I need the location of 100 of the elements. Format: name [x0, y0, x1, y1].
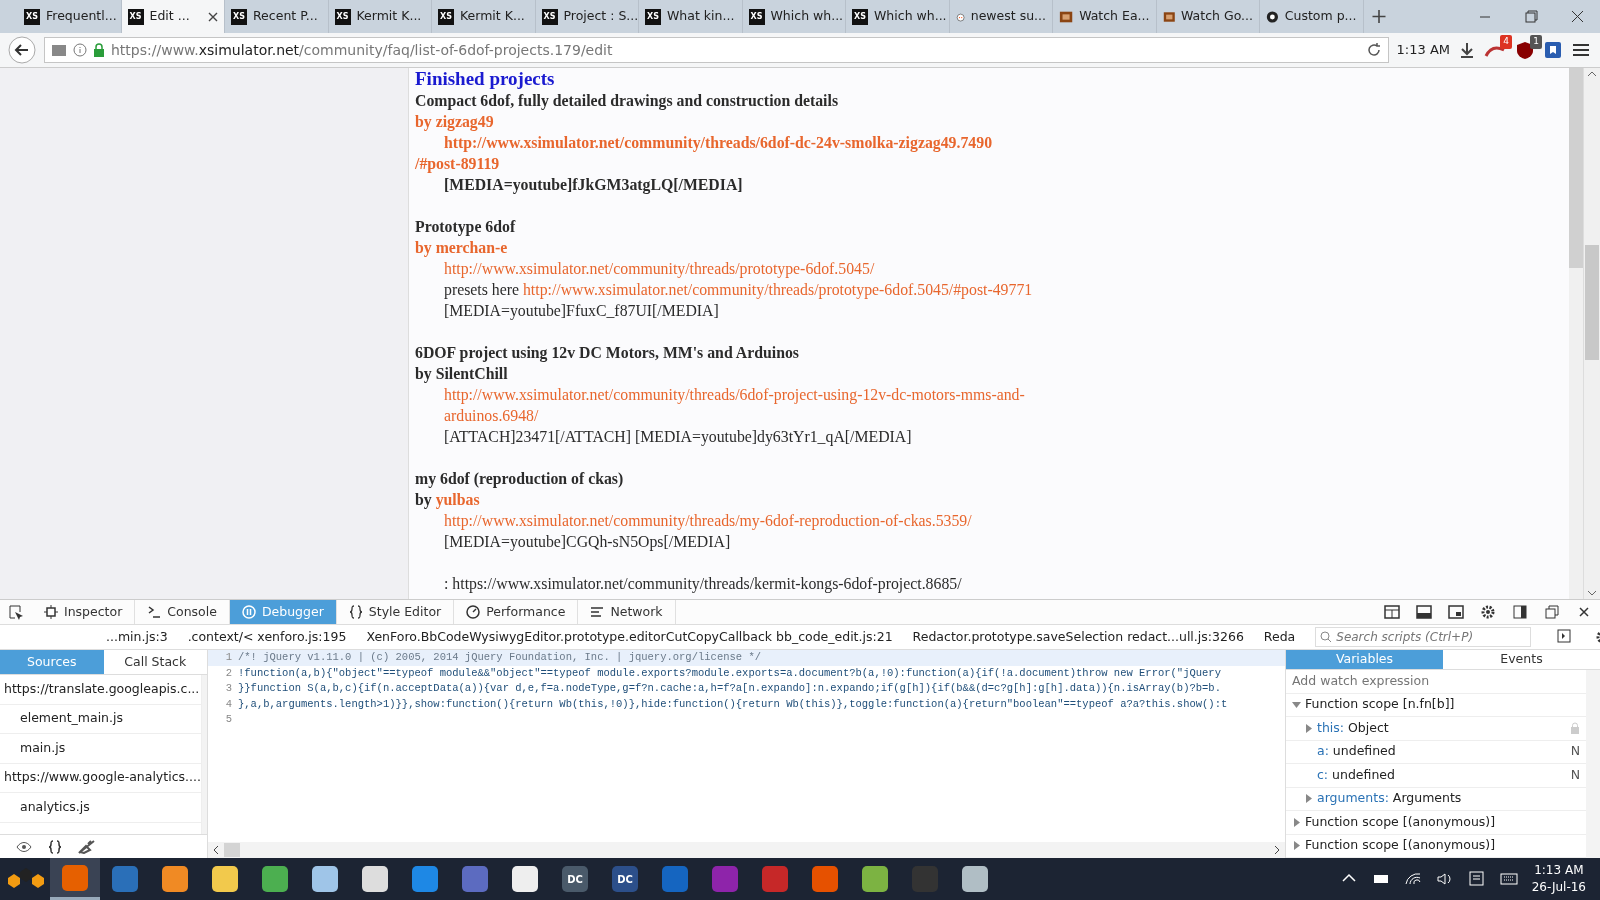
- favicon-icon: XS: [24, 8, 40, 25]
- variable-entry[interactable]: c: undefined: [1317, 765, 1395, 785]
- eye-icon[interactable]: [16, 840, 32, 853]
- scrollbar-thumb[interactable]: [224, 843, 240, 857]
- editor-text-line: presets here http://www.xsimulator.net/community/threads/prototype-6dof.5045/#post-49771: [444, 280, 1033, 300]
- gauge-icon: [466, 605, 481, 619]
- prompt-icon: [147, 605, 162, 619]
- notification-icon[interactable]: [1467, 870, 1486, 888]
- braces-icon: [348, 605, 363, 619]
- flag-text: N: [1570, 765, 1580, 784]
- editor-text-line: 6DOF project using 12v DC Motors, MM's and Arduinos: [415, 343, 799, 363]
- shield-icon[interactable]: [1514, 40, 1536, 60]
- devtools-tab[interactable]: Console: [135, 600, 230, 624]
- editor-text-line: [MEDIA=youtube]CGQh-sN5Ops[/MEDIA]: [444, 532, 731, 552]
- download-icon[interactable]: [1458, 41, 1476, 59]
- taskbar-app[interactable]: DC: [550, 858, 600, 900]
- browser-tab[interactable]: XS Edit ...: [121, 0, 225, 33]
- scrollbar[interactable]: [1586, 670, 1600, 858]
- flag-text: N: [1570, 742, 1580, 761]
- url-field[interactable]: https://www.xsimulator.net/community/faq/list-of-6dof-projects.179/edit: [44, 37, 1389, 63]
- frame-icon[interactable]: [1448, 604, 1464, 620]
- menu-icon[interactable]: [1570, 41, 1592, 59]
- variable-entry[interactable]: arguments: Arguments: [1317, 789, 1462, 809]
- collapsed-arrow-icon[interactable]: [1292, 841, 1301, 851]
- panel-tab[interactable]: Events: [1443, 650, 1600, 670]
- devtools-tab[interactable]: Performance: [454, 600, 579, 624]
- collapsed-arrow-icon[interactable]: [1304, 794, 1313, 804]
- line-number: 2: [224, 665, 233, 681]
- app-icon-label: DC: [612, 866, 638, 892]
- collapsed-arrow-icon[interactable]: [1292, 817, 1301, 827]
- layout-icon[interactable]: [1384, 604, 1400, 620]
- code-line: },a,b,arguments.length>1)}},show:function(){return Wb(this,!0)},hide:function(){return Wb(this)},toggle:function(a){return"boolean"==typeof a?a?this.show():t: [238, 696, 1228, 712]
- devtools-tab[interactable]: Style Editor: [336, 600, 455, 624]
- source-domain[interactable]: https://www.google-analytics....: [0, 763, 201, 793]
- scope-label[interactable]: Function scope [n.fn[b]]: [1305, 695, 1455, 715]
- favicon-icon: XS: [852, 8, 868, 25]
- side-panel-icon[interactable]: [1557, 629, 1572, 643]
- scrollbar-thumb[interactable]: [1585, 245, 1599, 360]
- editor-text-line: http://www.xsimulator.net/community/threads/6dof-dc-24v-smolka-zigzag49.7490: [444, 133, 993, 153]
- scrollbar[interactable]: [1569, 68, 1583, 599]
- dock-side-icon[interactable]: [1512, 604, 1528, 620]
- line-number: 5: [224, 712, 233, 727]
- editor-text-line: by zigzag49: [415, 112, 494, 132]
- panel-tab[interactable]: Call Stack: [103, 650, 207, 675]
- source-file[interactable]: element_main.js: [0, 704, 201, 734]
- breadcrumb-item[interactable]: XenForo.BbCodeWysiwygEditor.prototype.editorCutCopyCallback bb_code_edit.js:21: [366, 627, 893, 647]
- source-file[interactable]: analytics.js: [0, 793, 201, 823]
- chip-icon: [44, 605, 58, 619]
- editor-text-line: /#post-89119: [415, 154, 500, 174]
- breadcrumb-item[interactable]: ...min.js:3: [106, 627, 168, 647]
- code-line: !function(a,b){"object"==typeof module&&"object"==typeof module.exports?module.exports=a.document?b(a,!0):function(a){if(!a.document)throw new Error("jQuery: [238, 665, 1221, 681]
- clock-time[interactable]: 1:13 AM: [1531, 862, 1586, 879]
- keyboard-icon[interactable]: [1499, 870, 1518, 888]
- source-file[interactable]: main.js: [0, 734, 201, 764]
- undock-icon[interactable]: [1544, 604, 1560, 620]
- collapsed-arrow-icon[interactable]: [1304, 723, 1313, 733]
- source-domain[interactable]: https://translate.googleapis.c...: [0, 675, 201, 705]
- editor-text-line: my 6dof (reproduction of ckas): [415, 469, 624, 489]
- breadcrumb-item[interactable]: Reda: [1263, 627, 1296, 647]
- line-number: 3: [224, 681, 233, 696]
- editor-text-line: Compact 6dof, fully detailed drawings and construction details: [415, 91, 839, 111]
- editor-text-line: http://www.xsimulator.net/community/threads/6dof-project-using-12v-dc-motors-mms-and-: [444, 385, 1025, 405]
- taskbar-app[interactable]: DC: [600, 858, 650, 900]
- editor-area[interactable]: [408, 68, 1584, 599]
- search-field[interactable]: Search scripts (Ctrl+P): [1315, 627, 1532, 647]
- scrollbar[interactable]: [200, 675, 207, 834]
- back-icon[interactable]: [8, 36, 36, 64]
- devtools-tab[interactable]: Inspector: [32, 600, 136, 624]
- editor-text-line: [ATTACH]23471[/ATTACH] [MEDIA=youtube]dy63tYr1_qA[/MEDIA]: [444, 427, 912, 447]
- braces-icon[interactable]: [48, 839, 62, 854]
- dock-bottom-icon[interactable]: [1416, 604, 1432, 620]
- variable-entry[interactable]: this: Object: [1317, 718, 1389, 738]
- favicon-icon: XS: [645, 8, 661, 25]
- speaker-icon[interactable]: [1435, 870, 1454, 888]
- scope-label[interactable]: Function scope [(anonymous)]: [1305, 812, 1496, 832]
- section-heading: Finished projects: [415, 68, 555, 89]
- scope-label[interactable]: Function scope [(anonymous)]: [1305, 836, 1496, 856]
- editor-text-line: [MEDIA=youtube]fJkGM3atgLQ[/MEDIA]: [444, 175, 743, 195]
- variable-entry[interactable]: a: undefined: [1317, 742, 1396, 762]
- reload-icon[interactable]: [1365, 42, 1382, 58]
- favicon-icon: XS: [748, 8, 765, 25]
- editor-text-line: Prototype 6dof: [415, 217, 516, 237]
- lock-icon: [93, 43, 105, 57]
- close-icon[interactable]: [208, 11, 218, 22]
- breadcrumb-item[interactable]: .context/< xenforo.js:195: [187, 627, 347, 647]
- count-badge: 4: [1500, 35, 1512, 49]
- pause-icon: [241, 605, 256, 619]
- brush-icon[interactable]: [78, 839, 96, 854]
- breadcrumb-item[interactable]: Redactor.prototype.saveSelection redact...ull.js:3266: [912, 627, 1244, 647]
- devtools-tab[interactable]: Network: [578, 600, 676, 624]
- favicon-icon: XS: [334, 8, 351, 25]
- editor-text-line: by SilentChill: [415, 364, 508, 384]
- extension-icon[interactable]: [1544, 41, 1562, 59]
- app-icon-label: DC: [562, 866, 588, 892]
- scrollbar[interactable]: [208, 842, 1285, 858]
- clock-text: 1:13 AM: [1396, 41, 1450, 60]
- code-line: /*! jQuery v1.11.0 | (c) 2005, 2014 jQuery Foundation, Inc. | jquery.org/license */: [238, 650, 761, 665]
- cat-icon: [1266, 8, 1279, 25]
- expanded-arrow-icon[interactable]: [1292, 700, 1301, 710]
- clock-date[interactable]: 26-Jul-16: [1531, 879, 1586, 896]
